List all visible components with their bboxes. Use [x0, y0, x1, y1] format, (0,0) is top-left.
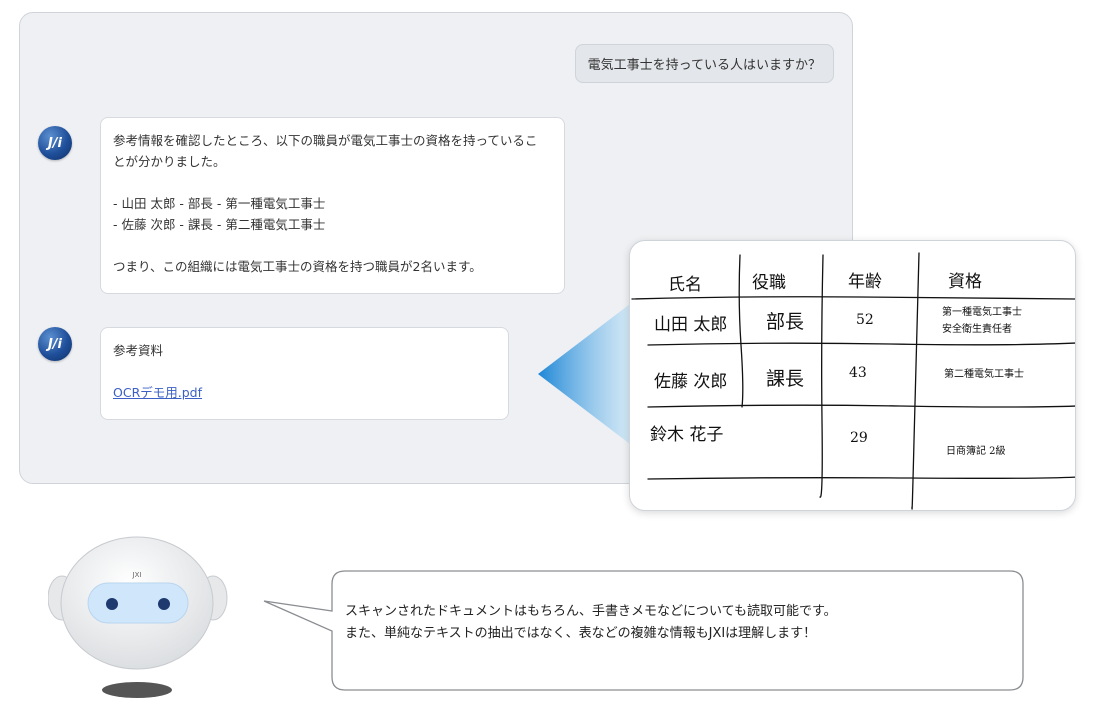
table-cell: 52: [856, 312, 874, 328]
table-cell: 第二種電気工事士: [944, 367, 1024, 380]
pointer-arrow: [538, 304, 630, 444]
assistant-avatar: J/i: [38, 126, 72, 160]
handwritten-table-card: 氏名 役職 年齢 資格 山田 太郎 部長 52 第一種電気工事士 安全衛生責任者…: [629, 240, 1076, 511]
robot-eye: [158, 598, 170, 610]
table-cell: 43: [849, 365, 867, 381]
reference-file-link[interactable]: OCRデモ用.pdf: [113, 385, 202, 400]
user-message: 電気工事士を持っている人はいますか？: [574, 44, 834, 83]
speech-line: また、単純なテキストの抽出ではなく、表などの複雑な情報もJXIは理解します！: [345, 626, 817, 641]
table-header: 資格: [948, 272, 982, 292]
table-cell: 第一種電気工事士: [942, 305, 1022, 318]
robot-visor: [87, 582, 189, 624]
answer-line: とが分かりました。: [113, 154, 226, 169]
robot-badge: JXI: [132, 571, 142, 579]
table-header: 氏名: [668, 275, 702, 295]
table-cell: 29: [850, 430, 868, 446]
avatar-label: J/i: [47, 135, 63, 151]
table-header: 年齢: [848, 272, 882, 292]
handwritten-table: 氏名 役職 年齢 資格 山田 太郎 部長 52 第一種電気工事士 安全衛生責任者…: [631, 252, 1075, 510]
assistant-answer-bubble: 参考情報を確認したところ、以下の職員が電気工事士の資格を持っているこ とが分かり…: [100, 117, 565, 294]
table-cell: 鈴木 花子: [650, 425, 723, 445]
table-header: 役職: [752, 273, 786, 293]
table-cell: 安全衛生責任者: [942, 322, 1012, 335]
table-cell: 部長: [766, 311, 804, 333]
table-cell: 佐藤 次郎: [654, 372, 727, 392]
avatar-label: J/i: [47, 336, 63, 352]
robot-eye: [106, 598, 118, 610]
table-cell: 日商簿記 2級: [946, 444, 1006, 457]
table-cell: 課長: [766, 368, 804, 390]
speech-text: スキャンされたドキュメントはもちろん、手書きメモなどについても読取可能です。 ま…: [345, 601, 1005, 645]
robot-shadow: [102, 682, 172, 698]
answer-line: 参考情報を確認したところ、以下の職員が電気工事士の資格を持っているこ: [113, 133, 538, 148]
answer-list-item: - 佐藤 次郎 - 課長 - 第二種電気工事士: [113, 217, 326, 232]
answer-summary: つまり、この組織には電気工事士の資格を持つ職員が2名います。: [113, 259, 482, 274]
robot-mascot: JXI: [48, 536, 228, 698]
table-cell: 山田 太郎: [654, 315, 727, 335]
assistant-avatar: J/i: [38, 327, 72, 361]
speech-line: スキャンされたドキュメントはもちろん、手書きメモなどについても読取可能です。: [345, 604, 837, 619]
reference-bubble: 参考資料 OCRデモ用.pdf: [100, 327, 509, 420]
answer-list-item: - 山田 太郎 - 部長 - 第一種電気工事士: [113, 196, 326, 211]
reference-label: 参考資料: [113, 343, 164, 358]
